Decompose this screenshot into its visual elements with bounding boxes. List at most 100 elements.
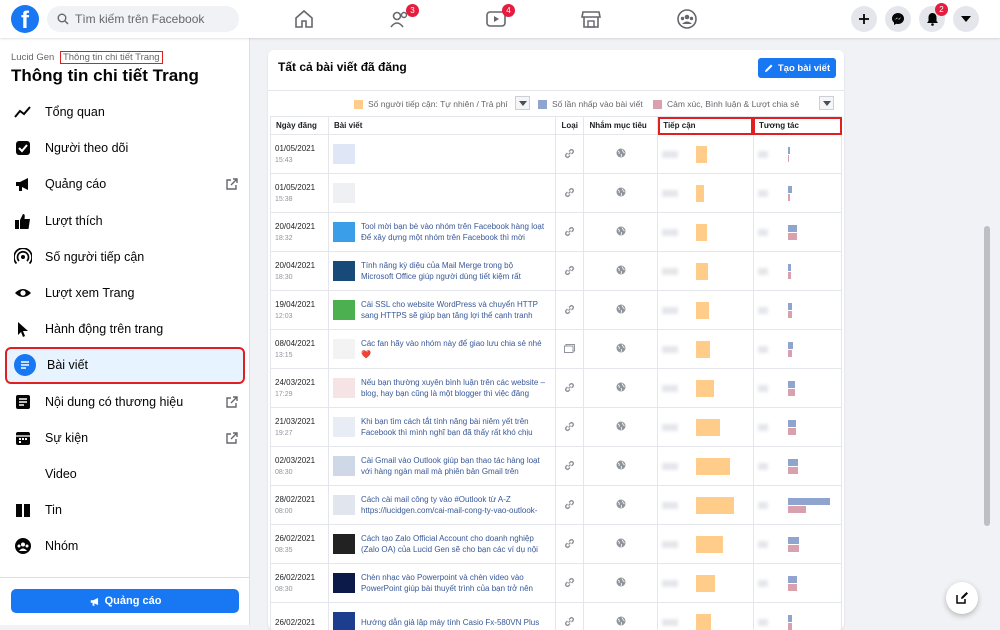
- create-ad-button[interactable]: Quảng cáo: [11, 589, 239, 613]
- sidebar-item-page-actions[interactable]: Hành động trên trang: [5, 311, 245, 347]
- post-text-link[interactable]: Cách tạo Zalo Official Account cho doanh…: [361, 533, 547, 555]
- post-thumbnail[interactable]: [333, 573, 355, 593]
- post-time: 13:15: [275, 352, 293, 359]
- friends-icon[interactable]: 3: [389, 8, 411, 30]
- sidebar-item-video[interactable]: Video: [5, 456, 245, 492]
- post-thumbnail[interactable]: [333, 339, 355, 359]
- col-header-engagement[interactable]: Tương tác: [753, 117, 841, 135]
- post-cell[interactable]: Cài SSL cho website WordPress và chuyển …: [328, 291, 556, 330]
- page-scrollbar[interactable]: [984, 226, 990, 526]
- post-text-link[interactable]: Cách cài mail công ty vào #Outlook từ A-…: [361, 494, 547, 516]
- engagement-value-blurred: [758, 151, 768, 158]
- post-cell[interactable]: Cài Gmail vào Outlook giúp bạn thao tác …: [328, 447, 556, 486]
- posts-panel: Tất cả bài viết đã đăng Tạo bài viết Số …: [268, 50, 844, 630]
- facebook-logo-icon[interactable]: f: [11, 5, 39, 33]
- post-text-link[interactable]: Khi bạn tìm cách tắt tính năng bài niêm …: [361, 416, 547, 438]
- table-row[interactable]: 01/05/202115:38: [271, 174, 842, 213]
- create-post-button[interactable]: Tạo bài viết: [758, 58, 836, 78]
- post-cell[interactable]: Nếu bạn thường xuyên bình luận trên các …: [328, 369, 556, 408]
- table-row[interactable]: 26/02/202108:30Chèn nhạc vào Powerpoint …: [271, 564, 842, 603]
- create-plus-button[interactable]: [851, 6, 877, 32]
- sidebar-item-followers[interactable]: Người theo dõi: [5, 130, 245, 166]
- post-thumbnail[interactable]: [333, 417, 355, 437]
- table-row[interactable]: 24/03/202117:29Nếu bạn thường xuyên bình…: [271, 369, 842, 408]
- col-header-reach[interactable]: Tiếp cận: [658, 117, 754, 135]
- post-thumbnail[interactable]: [333, 222, 355, 242]
- breadcrumb-page-name[interactable]: Lucid Gen: [11, 52, 54, 63]
- sidebar-item-overview[interactable]: Tổng quan: [5, 94, 245, 130]
- post-cell[interactable]: [328, 135, 556, 174]
- post-cell[interactable]: Tool mời bạn bè vào nhóm trên Facebook h…: [328, 213, 556, 252]
- post-text-link[interactable]: Các fan hãy vào nhóm này để giao lưu chi…: [361, 338, 547, 360]
- post-cell[interactable]: Khi bạn tìm cách tắt tính năng bài niêm …: [328, 408, 556, 447]
- groups-icon[interactable]: [676, 8, 698, 30]
- post-text-link[interactable]: Hướng dẫn giả lập máy tính Casio Fx-580V…: [361, 617, 539, 628]
- clicks-bar: [788, 342, 793, 349]
- post-cell[interactable]: Hướng dẫn giả lập máy tính Casio Fx-580V…: [328, 603, 556, 630]
- table-row[interactable]: 19/04/202112:03Cài SSL cho website WordP…: [271, 291, 842, 330]
- sidebar-item-ads[interactable]: Quảng cáo: [5, 166, 245, 202]
- post-text-link[interactable]: Tool mời bạn bè vào nhóm trên Facebook h…: [361, 221, 547, 243]
- col-header-type[interactable]: Loại: [556, 117, 584, 135]
- sidebar-item-groups[interactable]: Nhóm: [5, 528, 245, 564]
- engagement-filter-dropdown[interactable]: [819, 96, 834, 110]
- post-thumbnail[interactable]: [333, 261, 355, 281]
- post-cell[interactable]: [328, 174, 556, 213]
- table-row[interactable]: 26/02/2021Hướng dẫn giả lập máy tính Cas…: [271, 603, 842, 630]
- post-text-link[interactable]: Nếu bạn thường xuyên bình luận trên các …: [361, 377, 547, 399]
- post-thumbnail[interactable]: [333, 183, 355, 203]
- col-header-date[interactable]: Ngày đăng: [271, 117, 329, 135]
- engagement-cell: [753, 330, 841, 369]
- notifications-button[interactable]: 2: [919, 6, 945, 32]
- table-row[interactable]: 21/03/202119:27Khi bạn tìm cách tắt tính…: [271, 408, 842, 447]
- reach-bar: [696, 419, 720, 436]
- watch-icon[interactable]: 4: [485, 8, 507, 30]
- post-thumbnail[interactable]: [333, 612, 355, 630]
- sidebar-item-posts[interactable]: Bài viết: [5, 347, 245, 383]
- new-message-button[interactable]: [946, 582, 978, 614]
- post-time: 18:30: [275, 274, 293, 281]
- table-row[interactable]: 26/02/202108:35Cách tạo Zalo Official Ac…: [271, 525, 842, 564]
- table-row[interactable]: 20/04/202118:30Tính năng kỳ diệu của Mai…: [271, 252, 842, 291]
- type-cell: [556, 330, 584, 369]
- post-thumbnail[interactable]: [333, 300, 355, 320]
- post-text-link[interactable]: Tính năng kỳ diệu của Mail Merge trong b…: [361, 260, 547, 282]
- reach-value-blurred: [662, 502, 678, 509]
- engagement-cell: [753, 525, 841, 564]
- table-row[interactable]: 08/04/202113:15Các fan hãy vào nhóm này …: [271, 330, 842, 369]
- table-row[interactable]: 20/04/202118:32Tool mời bạn bè vào nhóm …: [271, 213, 842, 252]
- col-header-post[interactable]: Bài viết: [328, 117, 556, 135]
- sidebar-item-stories[interactable]: Tin: [5, 492, 245, 528]
- post-thumbnail[interactable]: [333, 534, 355, 554]
- post-thumbnail[interactable]: [333, 456, 355, 476]
- sidebar-item-page-views[interactable]: Lượt xem Trang: [5, 275, 245, 311]
- home-icon[interactable]: [293, 8, 315, 30]
- table-row[interactable]: 02/03/202108:30Cài Gmail vào Outlook giú…: [271, 447, 842, 486]
- post-thumbnail[interactable]: [333, 144, 355, 164]
- post-thumbnail[interactable]: [333, 378, 355, 398]
- sidebar-item-branded-content[interactable]: Nội dung có thương hiệu: [5, 384, 245, 420]
- reach-cell: [658, 291, 754, 330]
- post-text-link[interactable]: Chèn nhạc vào Powerpoint và chèn video v…: [361, 572, 547, 594]
- table-row[interactable]: 01/05/202115:43: [271, 135, 842, 174]
- table-row[interactable]: 28/02/202108:00Cách cài mail công ty vào…: [271, 486, 842, 525]
- globe-icon: [616, 460, 626, 470]
- sidebar-item-reach[interactable]: Số người tiếp cận: [5, 239, 245, 275]
- search-input[interactable]: Tìm kiếm trên Facebook: [47, 6, 239, 32]
- account-menu-button[interactable]: [953, 6, 979, 32]
- messenger-button[interactable]: [885, 6, 911, 32]
- reach-filter-dropdown[interactable]: [515, 96, 530, 110]
- post-cell[interactable]: Chèn nhạc vào Powerpoint và chèn video v…: [328, 564, 556, 603]
- post-text-link[interactable]: Cài SSL cho website WordPress và chuyển …: [361, 299, 547, 321]
- posts-icon: [14, 354, 36, 376]
- marketplace-icon[interactable]: [580, 8, 602, 30]
- sidebar-item-events[interactable]: Sự kiện: [5, 420, 245, 456]
- post-cell[interactable]: Tính năng kỳ diệu của Mail Merge trong b…: [328, 252, 556, 291]
- post-text-link[interactable]: Cài Gmail vào Outlook giúp bạn thao tác …: [361, 455, 547, 477]
- post-cell[interactable]: Cách tạo Zalo Official Account cho doanh…: [328, 525, 556, 564]
- sidebar-item-likes[interactable]: Lượt thích: [5, 203, 245, 239]
- post-thumbnail[interactable]: [333, 495, 355, 515]
- post-cell[interactable]: Các fan hãy vào nhóm này để giao lưu chi…: [328, 330, 556, 369]
- post-cell[interactable]: Cách cài mail công ty vào #Outlook từ A-…: [328, 486, 556, 525]
- col-header-targeting[interactable]: Nhắm mục tiêu: [584, 117, 658, 135]
